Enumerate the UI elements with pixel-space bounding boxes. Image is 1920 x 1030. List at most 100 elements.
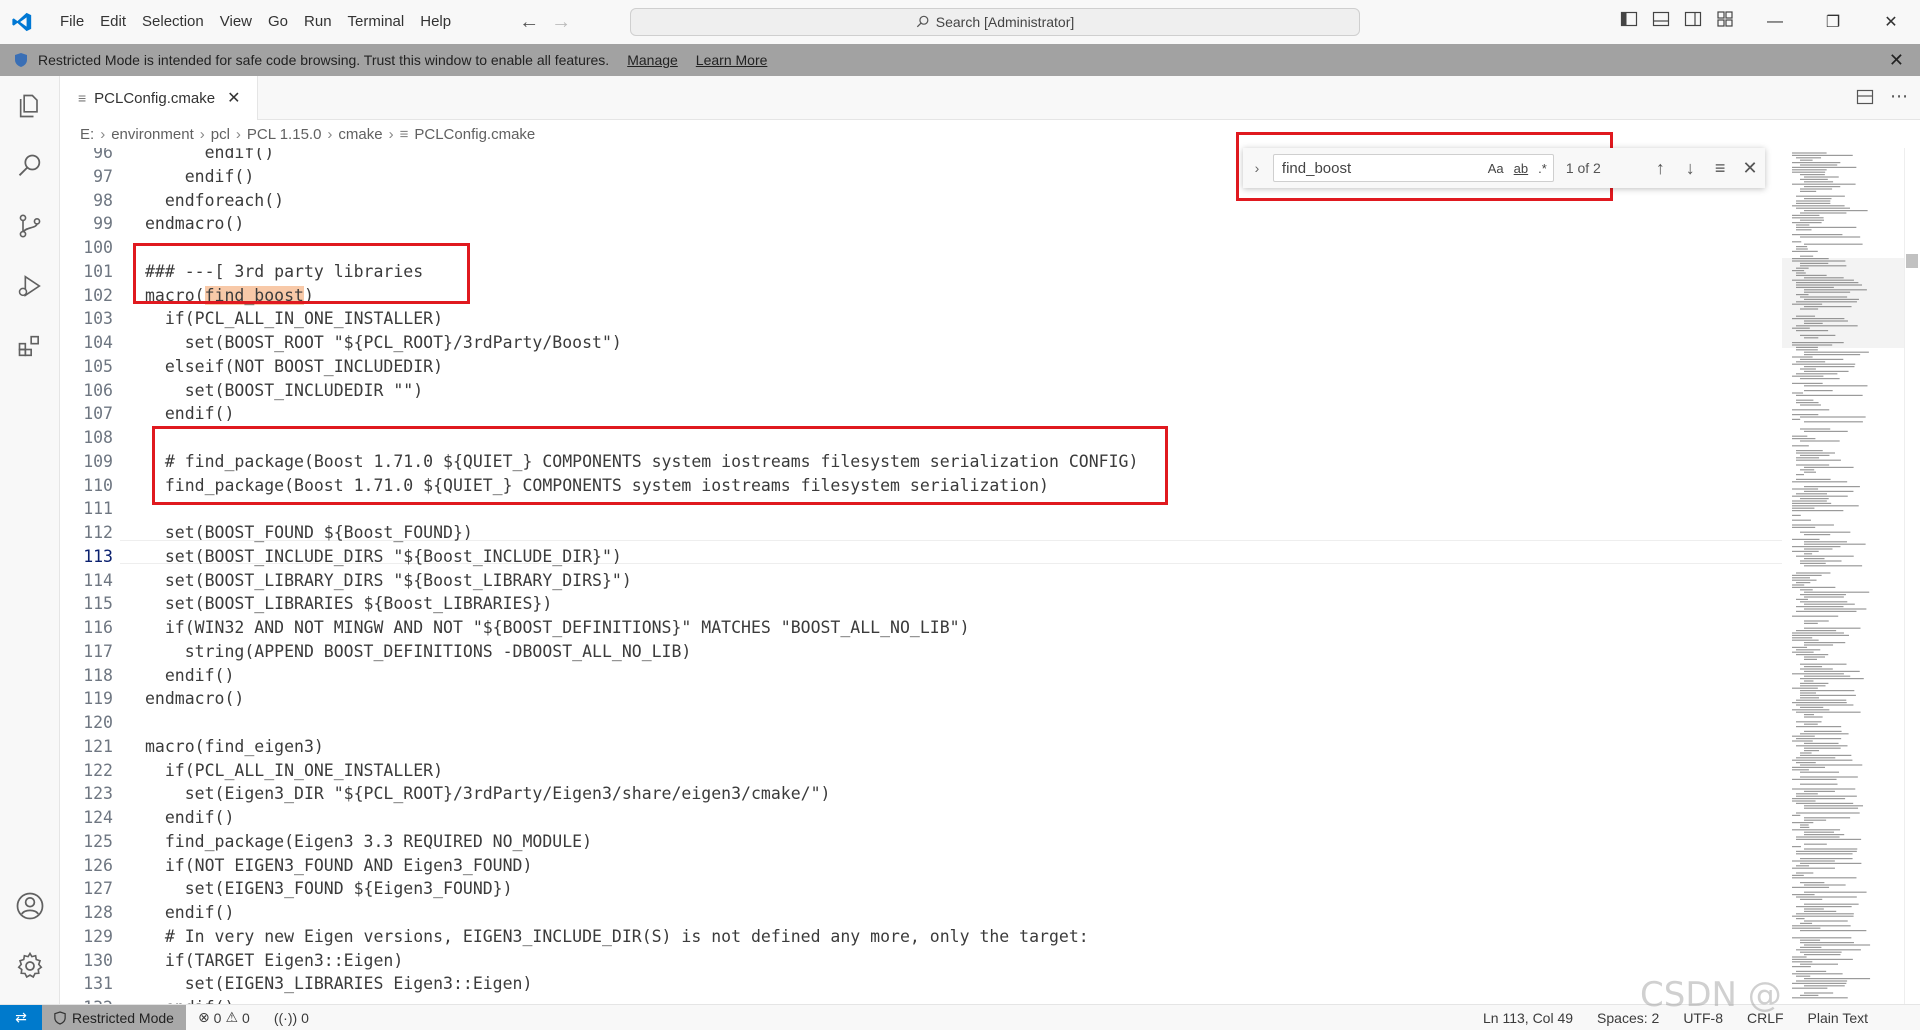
banner-learn-more-link[interactable]: Learn More (696, 52, 768, 68)
warning-icon: ⚠ (225, 1009, 239, 1025)
vertical-scrollbar[interactable] (1904, 148, 1920, 1004)
tab-pclconfig[interactable]: ≡ PCLConfig.cmake ✕ (60, 76, 258, 120)
minimap-line (1800, 404, 1821, 406)
minimap-line (1800, 368, 1816, 370)
back-arrow-icon[interactable]: ← (519, 11, 539, 34)
tab-close-icon[interactable]: ✕ (227, 88, 240, 108)
minimap-line (1792, 874, 1804, 876)
minimap-line (1792, 500, 1827, 502)
scrollbar-thumb[interactable] (1906, 254, 1918, 268)
minimap-line (1792, 514, 1801, 516)
minimize-icon[interactable]: — (1746, 0, 1804, 44)
previous-match-icon[interactable]: ↑ (1645, 158, 1675, 179)
minimap-line (1792, 375, 1824, 377)
minimap-line (1804, 534, 1831, 536)
minimap-line (1804, 903, 1859, 905)
minimap-line (1792, 507, 1815, 509)
minimap-line (1804, 486, 1860, 488)
menu-terminal[interactable]: Terminal (340, 0, 413, 44)
code-line: 106 set(BOOST_INCLUDEDIR "") (60, 379, 1782, 403)
breadcrumb-item[interactable]: cmake (338, 126, 382, 143)
menu-view[interactable]: View (212, 0, 260, 44)
run-debug-icon[interactable] (0, 256, 60, 316)
breadcrumb-item[interactable]: pcl (211, 126, 230, 143)
minimap-line (1796, 795, 1857, 797)
regex-icon[interactable]: .* (1538, 161, 1547, 176)
minimap-line (1796, 757, 1836, 759)
line-number: 115 (83, 594, 113, 614)
minimap-viewport[interactable] (1782, 258, 1904, 348)
accounts-icon[interactable] (0, 876, 60, 936)
minimap-line (1804, 351, 1869, 353)
language-mode[interactable]: Plain Text (1796, 1010, 1880, 1026)
minimap-line (1792, 925, 1851, 927)
breadcrumb-item[interactable]: E: (80, 126, 94, 143)
end-of-line[interactable]: CRLF (1735, 1010, 1796, 1026)
banner-close-icon[interactable]: ✕ (1889, 50, 1904, 71)
toggle-primary-sidebar-icon[interactable] (1620, 10, 1640, 30)
toggle-replace-chevron-icon[interactable]: › (1247, 160, 1267, 176)
split-editor-icon[interactable] (1856, 88, 1874, 109)
banner-manage-link[interactable]: Manage (627, 52, 678, 68)
extensions-icon[interactable] (0, 316, 60, 376)
close-window-icon[interactable]: ✕ (1862, 0, 1920, 44)
source-control-icon[interactable] (0, 196, 60, 256)
minimap-line (1800, 174, 1825, 176)
match-case-icon[interactable]: Aa (1488, 161, 1504, 176)
code-line: 103 if(PCL_ALL_IN_ONE_INSTALLER) (60, 307, 1782, 331)
minimap-line (1792, 814, 1801, 816)
minimap-line (1796, 582, 1811, 584)
problems-status[interactable]: ⊗ 0 ⚠ 0 (186, 1009, 262, 1026)
menu-selection[interactable]: Selection (134, 0, 212, 44)
minimap-line (1800, 939, 1821, 941)
breadcrumb-item[interactable]: PCL 1.15.0 (247, 126, 322, 143)
minimap-line (1800, 416, 1866, 418)
find-in-selection-icon[interactable]: ≡ (1705, 158, 1735, 179)
menu-help[interactable]: Help (412, 0, 459, 44)
cursor-position[interactable]: Ln 113, Col 49 (1471, 1010, 1585, 1026)
menu-edit[interactable]: Edit (92, 0, 134, 44)
menu-file[interactable]: File (52, 0, 92, 44)
remote-indicator-icon[interactable]: ⇄ (0, 1004, 42, 1030)
code-text: endif() (145, 996, 235, 1004)
minimap-line (1800, 752, 1812, 754)
indentation[interactable]: Spaces: 2 (1585, 1010, 1671, 1026)
toggle-secondary-sidebar-icon[interactable] (1684, 10, 1704, 30)
minimap-line (1804, 548, 1833, 550)
minimap-line (1800, 440, 1840, 442)
code-text: endif() (145, 808, 235, 827)
restricted-mode-status[interactable]: Restricted Mode (42, 1004, 186, 1030)
minimap-line (1792, 519, 1811, 521)
code-line: 121 macro(find_eigen3) (60, 735, 1782, 759)
code-line: 125 find_package(Eigen3 3.3 REQUIRED NO_… (60, 830, 1782, 854)
ports-status[interactable]: ((·)) 0 (262, 1010, 321, 1026)
whole-word-icon[interactable]: ab (1514, 161, 1528, 176)
command-center-search[interactable]: Search [Administrator] (630, 8, 1360, 36)
restore-icon[interactable]: ❐ (1804, 0, 1862, 44)
find-input[interactable]: find_boost Aa ab .* (1272, 154, 1554, 182)
customize-layout-icon[interactable] (1716, 10, 1736, 30)
minimap-line (1792, 502, 1832, 504)
encoding[interactable]: UTF-8 (1671, 1010, 1735, 1026)
minimap-line (1792, 154, 1853, 156)
minimap-line (1792, 997, 1848, 999)
more-actions-icon[interactable]: ⋯ (1890, 86, 1908, 107)
menu-go[interactable]: Go (260, 0, 296, 44)
minimap[interactable] (1782, 148, 1904, 1004)
breadcrumb-item[interactable]: environment (111, 126, 194, 143)
search-sidebar-icon[interactable] (0, 136, 60, 196)
minimap-line (1804, 714, 1815, 716)
next-match-icon[interactable]: ↓ (1675, 158, 1705, 179)
menu-run[interactable]: Run (296, 0, 340, 44)
minimap-line (1792, 495, 1848, 497)
minimap-line (1796, 450, 1823, 452)
breadcrumb-file[interactable]: PCLConfig.cmake (414, 126, 535, 143)
toggle-panel-icon[interactable] (1652, 10, 1672, 30)
minimap-line (1804, 490, 1854, 492)
search-icon (916, 15, 929, 28)
minimap-line (1804, 198, 1832, 200)
forward-arrow-icon[interactable]: → (551, 11, 571, 34)
explorer-icon[interactable] (0, 76, 60, 136)
settings-gear-icon[interactable] (0, 936, 60, 996)
close-find-icon[interactable]: ✕ (1735, 158, 1765, 179)
